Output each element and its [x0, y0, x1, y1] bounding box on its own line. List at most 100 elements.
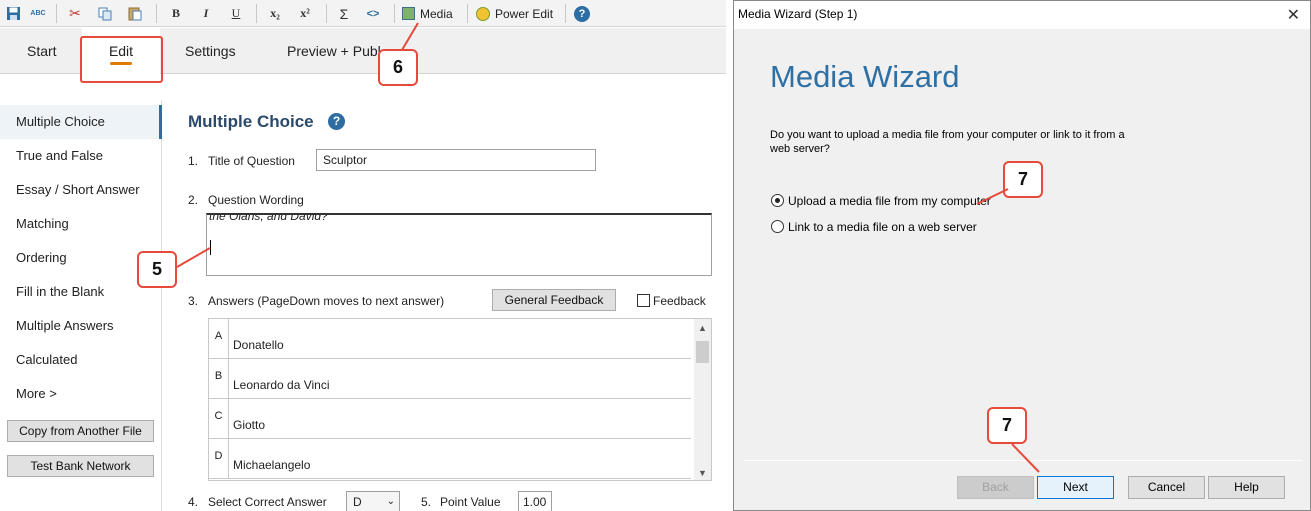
answer-row[interactable]: D Michaelangelo — [209, 439, 691, 479]
edit-tab-highlight — [80, 36, 163, 83]
title-of-question-input[interactable]: Sculptor — [316, 149, 596, 171]
correct-answer-value: D — [353, 495, 362, 509]
power-edit-button[interactable]: Power Edit — [476, 3, 560, 24]
question-wording-text: the Olans, and David? — [209, 213, 328, 223]
answer-text[interactable]: Leonardo da Vinci — [233, 378, 330, 392]
toolbar-divider — [256, 4, 257, 23]
subscript-button[interactable]: x₂ — [264, 3, 286, 24]
sidebar-item-multiple-answers[interactable]: Multiple Answers — [0, 309, 162, 343]
wizard-heading: Media Wizard — [770, 59, 960, 94]
answers-scrollbar[interactable]: ▲ ▼ — [694, 319, 711, 480]
sidebar-item-calculated[interactable]: Calculated — [0, 343, 162, 377]
image-icon — [402, 7, 415, 20]
answer-row[interactable]: C Giotto — [209, 399, 691, 439]
radio-selected-dot — [775, 198, 780, 203]
copy-from-file-button[interactable]: Copy from Another File — [7, 420, 154, 442]
help-icon[interactable]: ? — [572, 3, 592, 24]
test-bank-network-button[interactable]: Test Bank Network — [7, 455, 154, 477]
cancel-button[interactable]: Cancel — [1128, 476, 1205, 499]
answer-row[interactable]: B Leonardo da Vinci — [209, 359, 691, 399]
scrollbar-thumb[interactable] — [696, 341, 709, 363]
question-wording-label: Question Wording — [208, 193, 304, 207]
spell-check-icon[interactable]: ABC — [28, 3, 48, 24]
italic-button[interactable]: I — [196, 3, 216, 24]
answer-text[interactable]: Michaelangelo — [233, 458, 310, 472]
sidebar-item-essay[interactable]: Essay / Short Answer — [0, 173, 162, 207]
underline-button[interactable]: U — [226, 3, 246, 24]
wizard-question: Do you want to upload a media file from … — [770, 129, 1125, 155]
help-button[interactable]: Help — [1208, 476, 1285, 499]
save-icon[interactable] — [4, 3, 22, 24]
code-icon[interactable]: <> — [362, 3, 384, 24]
sidebar-item-multiple-choice[interactable]: Multiple Choice — [0, 105, 162, 139]
page-title: Multiple Choice — [188, 112, 314, 131]
select-correct-answer-label: Select Correct Answer — [208, 495, 327, 509]
toolbar-divider — [156, 4, 157, 23]
tab-start[interactable]: Start — [27, 28, 57, 74]
link-option-label[interactable]: Link to a media file on a web server — [788, 220, 977, 234]
back-button[interactable]: Back — [957, 476, 1034, 499]
answer-letter: C — [209, 399, 229, 439]
point-value-label: Point Value — [440, 495, 501, 509]
cut-icon[interactable]: ✂ — [64, 3, 86, 24]
toolbar-divider — [326, 4, 327, 23]
help-icon[interactable]: ? — [328, 113, 345, 130]
question-type-sidebar: Multiple Choice True and False Essay / S… — [0, 100, 162, 511]
sidebar-item-more[interactable]: More > — [0, 377, 162, 411]
answer-row[interactable]: A Donatello — [209, 319, 691, 359]
upload-option-label[interactable]: Upload a media file from my computer — [788, 194, 991, 208]
callout-arrow — [1011, 443, 1040, 473]
callout-6: 6 — [378, 49, 418, 86]
point-value-input[interactable]: 1.00 — [518, 491, 552, 511]
callout-arrow — [401, 22, 419, 51]
copy-icon[interactable] — [94, 3, 116, 24]
scroll-up-icon[interactable]: ▲ — [698, 323, 707, 333]
q1-number: 1. — [188, 154, 199, 168]
question-editor: Multiple Choice ? 1. Title of Question S… — [164, 100, 726, 511]
feedback-checkbox[interactable] — [637, 294, 650, 307]
toolbar-divider — [467, 4, 468, 23]
toolbar: ABC ✂ B I U x₂ x² Σ <> Media Power Edit — [0, 0, 726, 27]
q4-number: 4. — [188, 495, 199, 509]
answer-text[interactable]: Donatello — [233, 338, 284, 352]
callout-arrow — [976, 188, 1009, 205]
callout-5: 5 — [137, 251, 177, 288]
q3-number: 3. — [188, 294, 199, 308]
link-radio[interactable] — [771, 220, 784, 233]
paste-icon[interactable] — [124, 3, 146, 24]
tab-preview-publish[interactable]: Preview + Publ — [287, 28, 381, 74]
upload-radio[interactable] — [771, 194, 784, 207]
correct-answer-select[interactable]: D ⌄ — [346, 491, 400, 511]
answer-letter: A — [209, 319, 229, 359]
feedback-label: Feedback — [653, 294, 706, 308]
power-edit-icon — [476, 6, 490, 21]
dialog-titlebar: Media Wizard (Step 1) ✕ — [734, 1, 1310, 29]
toolbar-divider — [394, 4, 395, 23]
answer-letter: B — [209, 359, 229, 399]
answers-label: Answers (PageDown moves to next answer) — [208, 294, 445, 308]
answers-table: A Donatello B Leonardo da Vinci C Giotto… — [208, 318, 712, 481]
general-feedback-button[interactable]: General Feedback — [492, 289, 616, 311]
media-wizard-dialog: Media Wizard (Step 1) ✕ Media Wizard Do … — [733, 0, 1311, 511]
q5-number: 5. — [421, 495, 432, 509]
sigma-icon[interactable]: Σ — [334, 3, 354, 24]
scroll-down-icon[interactable]: ▼ — [698, 468, 707, 478]
answer-text[interactable]: Giotto — [233, 418, 265, 432]
next-button[interactable]: Next — [1037, 476, 1114, 499]
answer-letter: D — [209, 439, 229, 479]
dialog-title: Media Wizard (Step 1) — [738, 7, 858, 21]
q2-number: 2. — [188, 193, 199, 207]
toolbar-divider — [565, 4, 566, 23]
toolbar-divider — [56, 4, 57, 23]
superscript-button[interactable]: x² — [294, 3, 316, 24]
callout-7: 7 — [987, 407, 1027, 444]
sidebar-item-true-false[interactable]: True and False — [0, 139, 162, 173]
sidebar-item-matching[interactable]: Matching — [0, 207, 162, 241]
question-wording-editor[interactable]: the Olans, and David? — [206, 213, 712, 276]
title-of-question-label: Title of Question — [208, 154, 295, 168]
close-icon[interactable]: ✕ — [1287, 5, 1300, 25]
bold-button[interactable]: B — [166, 3, 186, 24]
quiz-editor-window: ABC ✂ B I U x₂ x² Σ <> Media Power Edit — [0, 0, 726, 511]
chevron-down-icon: ⌄ — [386, 496, 395, 507]
tab-settings[interactable]: Settings — [185, 28, 236, 74]
